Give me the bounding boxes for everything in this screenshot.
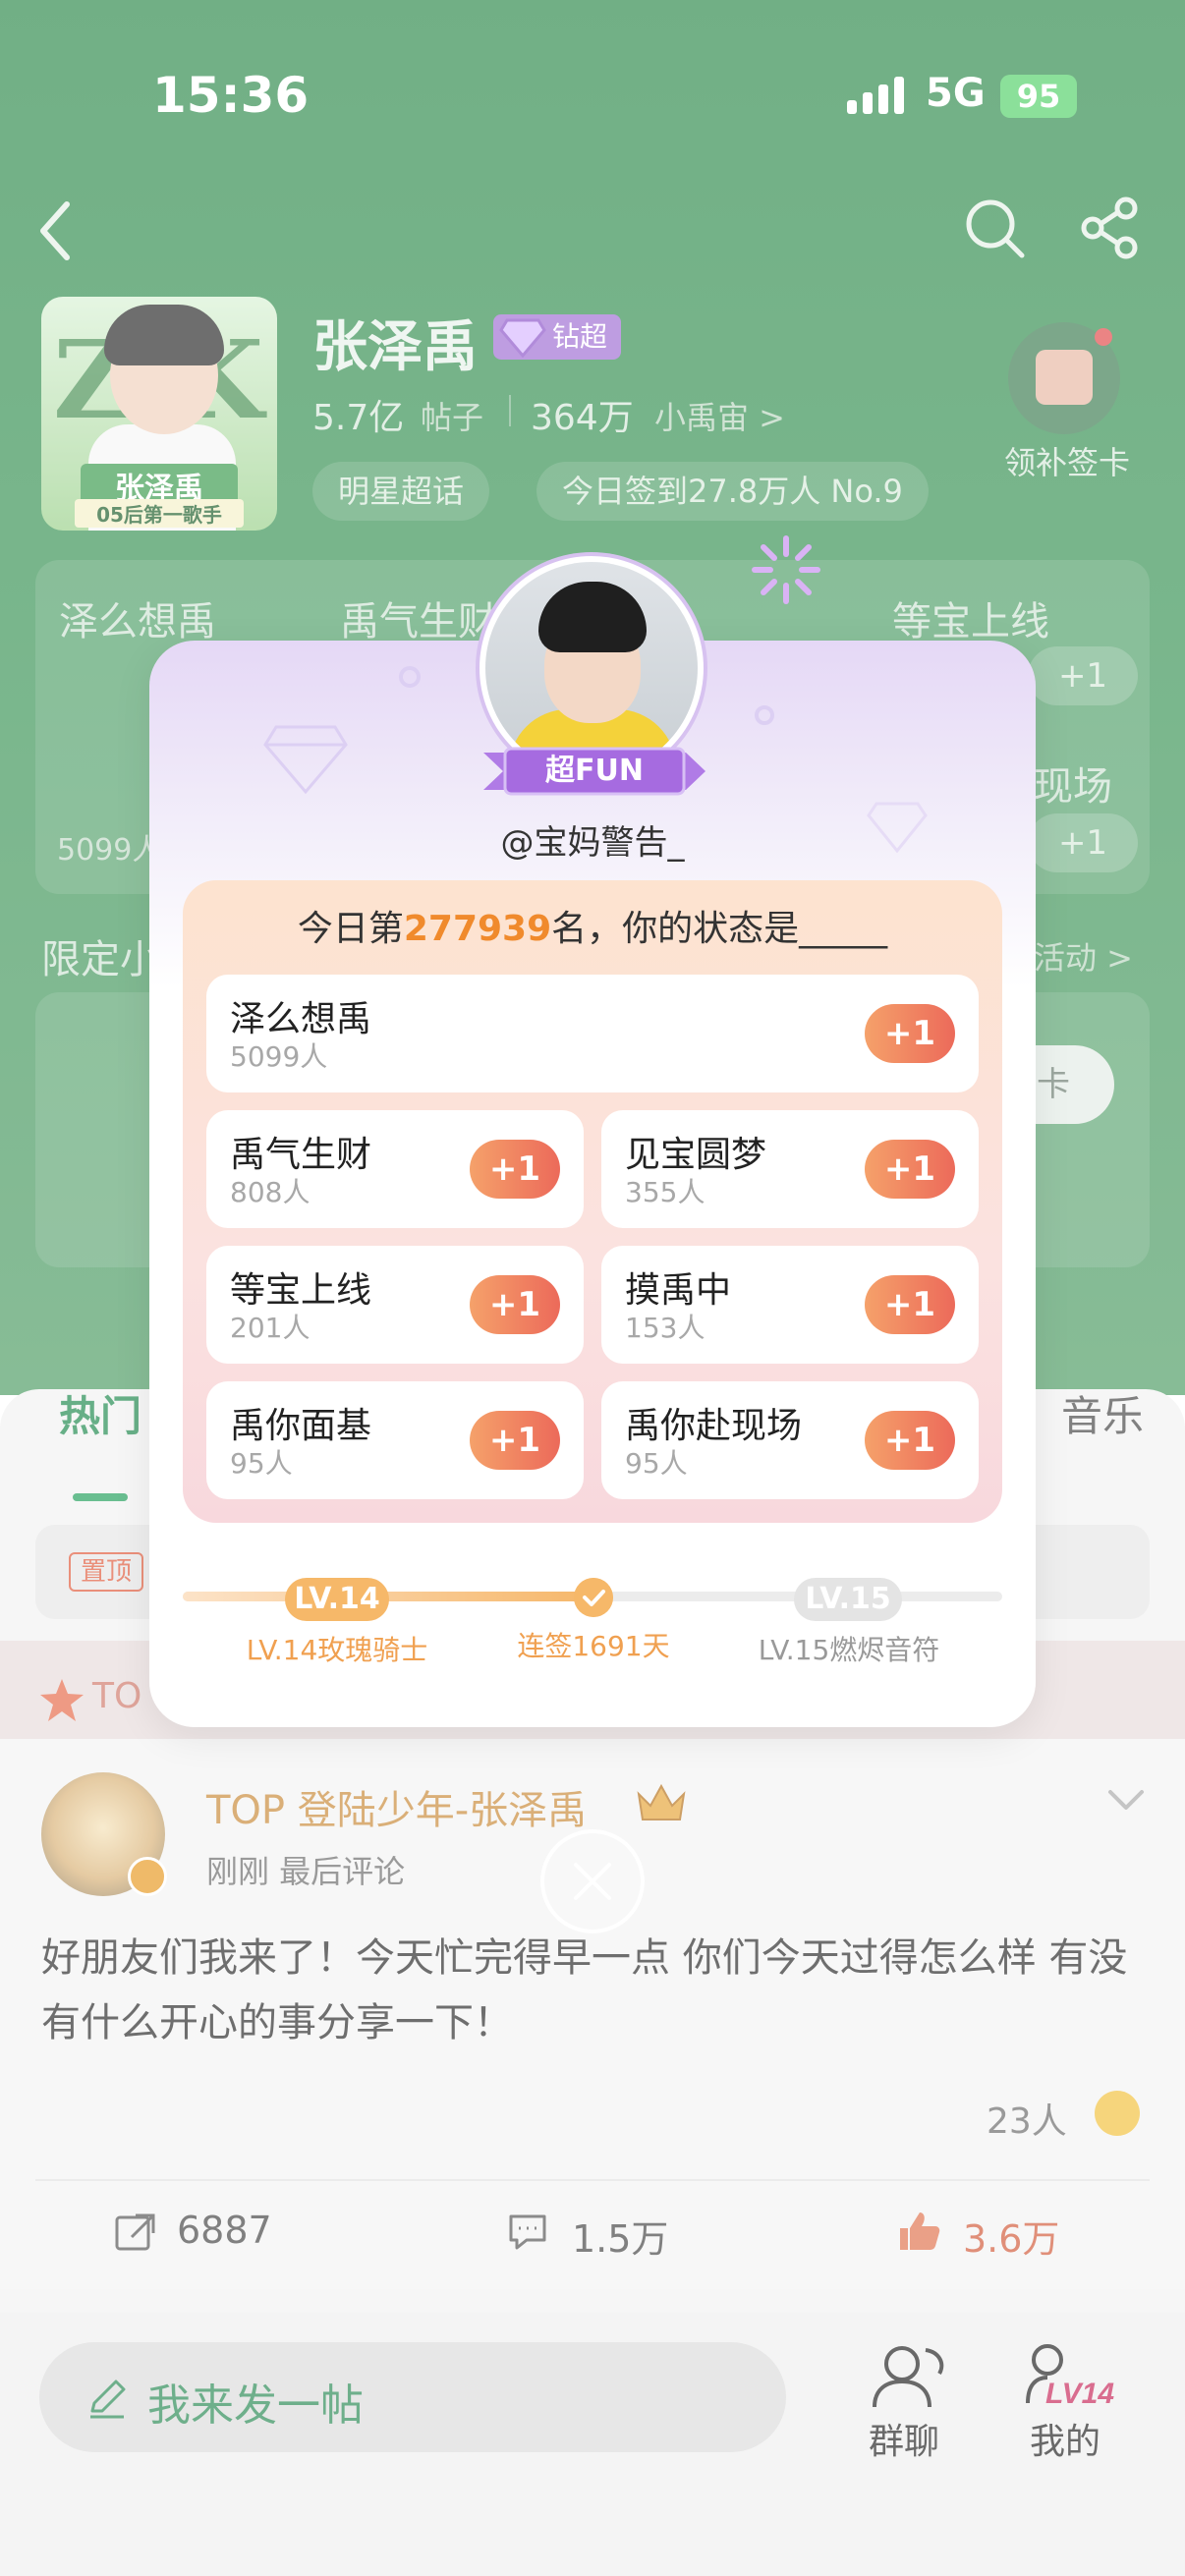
plus-one-button[interactable]: +1 xyxy=(470,1140,560,1199)
close-button[interactable] xyxy=(540,1829,645,1933)
status-option-count: 201人 xyxy=(230,1312,310,1344)
status-option-count: 95人 xyxy=(230,1447,293,1480)
status-option-name: 禹气生财 xyxy=(230,1135,372,1175)
status-option-name: 禹你赴现场 xyxy=(625,1406,803,1446)
dot-decoration xyxy=(399,666,421,688)
sparkle-icon xyxy=(752,535,820,604)
status-option-count: 153人 xyxy=(625,1312,705,1344)
plus-one-button[interactable]: +1 xyxy=(865,1275,955,1334)
plus-one-button[interactable]: +1 xyxy=(470,1275,560,1334)
status-option[interactable]: 泽么想禹 5099人 +1 xyxy=(206,975,979,1092)
next-level-label: LV.15燃烬音符 xyxy=(758,1634,940,1666)
status-option-name: 等宝上线 xyxy=(230,1270,372,1311)
status-option[interactable]: 禹你面基 95人 +1 xyxy=(206,1381,584,1499)
superfun-label: 超FUN xyxy=(545,754,644,788)
status-option-count: 95人 xyxy=(625,1447,688,1480)
rank-line: 今日第277939名，你的状态是_____ xyxy=(183,900,1002,951)
status-option[interactable]: 禹你赴现场 95人 +1 xyxy=(601,1381,979,1499)
plus-one-button[interactable]: +1 xyxy=(865,1411,955,1470)
status-option-count: 5099人 xyxy=(230,1040,328,1073)
diamond-decoration-icon xyxy=(263,725,348,795)
plus-one-button[interactable]: +1 xyxy=(470,1411,560,1470)
current-level-badge: LV.14 xyxy=(285,1578,389,1621)
status-option[interactable]: 见宝圆梦 355人 +1 xyxy=(601,1110,979,1228)
rank-suffix: 名，你的状态是_____ xyxy=(551,909,888,949)
plus-one-button[interactable]: +1 xyxy=(865,1004,955,1063)
check-icon xyxy=(574,1578,613,1617)
status-option[interactable]: 摸禹中 153人 +1 xyxy=(601,1246,979,1364)
status-option-name: 见宝圆梦 xyxy=(625,1135,767,1175)
current-level-label: LV.14玫瑰骑士 xyxy=(246,1634,428,1666)
dot-decoration xyxy=(755,705,774,725)
modal-username: @宝妈警告_ xyxy=(500,823,685,863)
rank-prefix: 今日第 xyxy=(297,909,404,949)
diamond-decoration-icon xyxy=(867,802,928,854)
next-level-badge: LV.15 xyxy=(794,1578,902,1621)
status-option-count: 355人 xyxy=(625,1176,705,1208)
status-option-name: 禹你面基 xyxy=(230,1406,372,1446)
rank-number: 277939 xyxy=(403,909,552,949)
close-icon xyxy=(574,1863,611,1900)
status-option-count: 808人 xyxy=(230,1176,310,1208)
plus-one-button[interactable]: +1 xyxy=(865,1140,955,1199)
status-option[interactable]: 等宝上线 201人 +1 xyxy=(206,1246,584,1364)
status-option-name: 泽么想禹 xyxy=(230,999,372,1039)
status-option-name: 摸禹中 xyxy=(625,1270,732,1311)
status-option[interactable]: 禹气生财 808人 +1 xyxy=(206,1110,584,1228)
streak-label: 连签1691天 xyxy=(517,1630,670,1662)
